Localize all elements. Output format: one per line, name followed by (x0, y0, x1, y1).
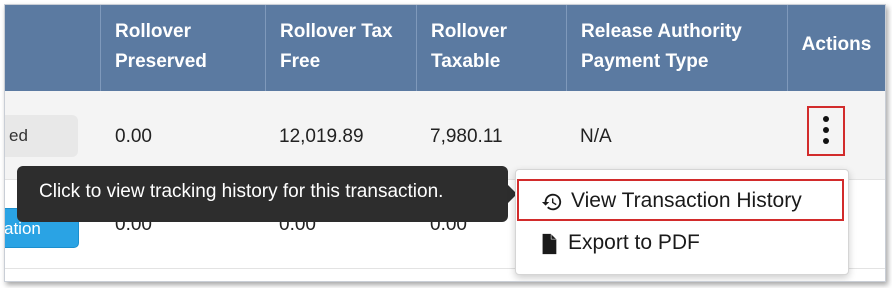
column-header-line: Taxable (431, 51, 501, 72)
history-icon (541, 193, 562, 211)
status-badge: ed (5, 115, 78, 157)
menu-item-export-to-pdf[interactable]: Export to PDF (516, 223, 846, 265)
column-header-line: Preserved (115, 51, 207, 72)
cell-rollover-preserved: 0.00 (115, 126, 152, 147)
header-divider (100, 5, 101, 91)
kebab-dot (823, 138, 829, 144)
table-header: Rollover Preserved Rollover Tax Free Rol… (5, 5, 885, 91)
column-header-rollover-tax-free: Rollover Tax Free (265, 5, 416, 91)
actions-dropdown-menu: View Transaction History Export to PDF (515, 169, 849, 275)
column-header-actions: Actions (787, 5, 885, 91)
menu-item-label: View Transaction History (571, 189, 802, 212)
column-header-rollover-taxable: Rollover Taxable (416, 5, 566, 91)
file-icon (542, 233, 557, 255)
menu-item-view-transaction-history[interactable]: View Transaction History (517, 179, 844, 221)
column-header-line: Free (280, 51, 321, 72)
column-header-line: Rollover (431, 21, 508, 42)
column-header-release-authority: Release Authority Payment Type (566, 5, 787, 91)
actions-menu-button[interactable] (807, 106, 845, 156)
column-header-rollover-preserved: Rollover Preserved (101, 5, 265, 91)
cell-rollover-tax-free: 12,019.89 (279, 126, 364, 147)
column-header-line: Release Authority (581, 21, 742, 42)
kebab-dot (823, 116, 829, 122)
column-header-line: Rollover Tax (280, 21, 393, 42)
menu-item-label: Export to PDF (568, 231, 700, 254)
kebab-dot (823, 127, 829, 133)
cell-rollover-taxable: 7,980.11 (430, 126, 503, 147)
tooltip: Click to view tracking history for this … (17, 166, 508, 222)
cell-release-authority: N/A (580, 126, 612, 147)
column-header-line: Payment Type (581, 51, 709, 72)
column-header-line: Rollover (115, 21, 192, 42)
transactions-table: Rollover Preserved Rollover Tax Free Rol… (4, 4, 886, 282)
